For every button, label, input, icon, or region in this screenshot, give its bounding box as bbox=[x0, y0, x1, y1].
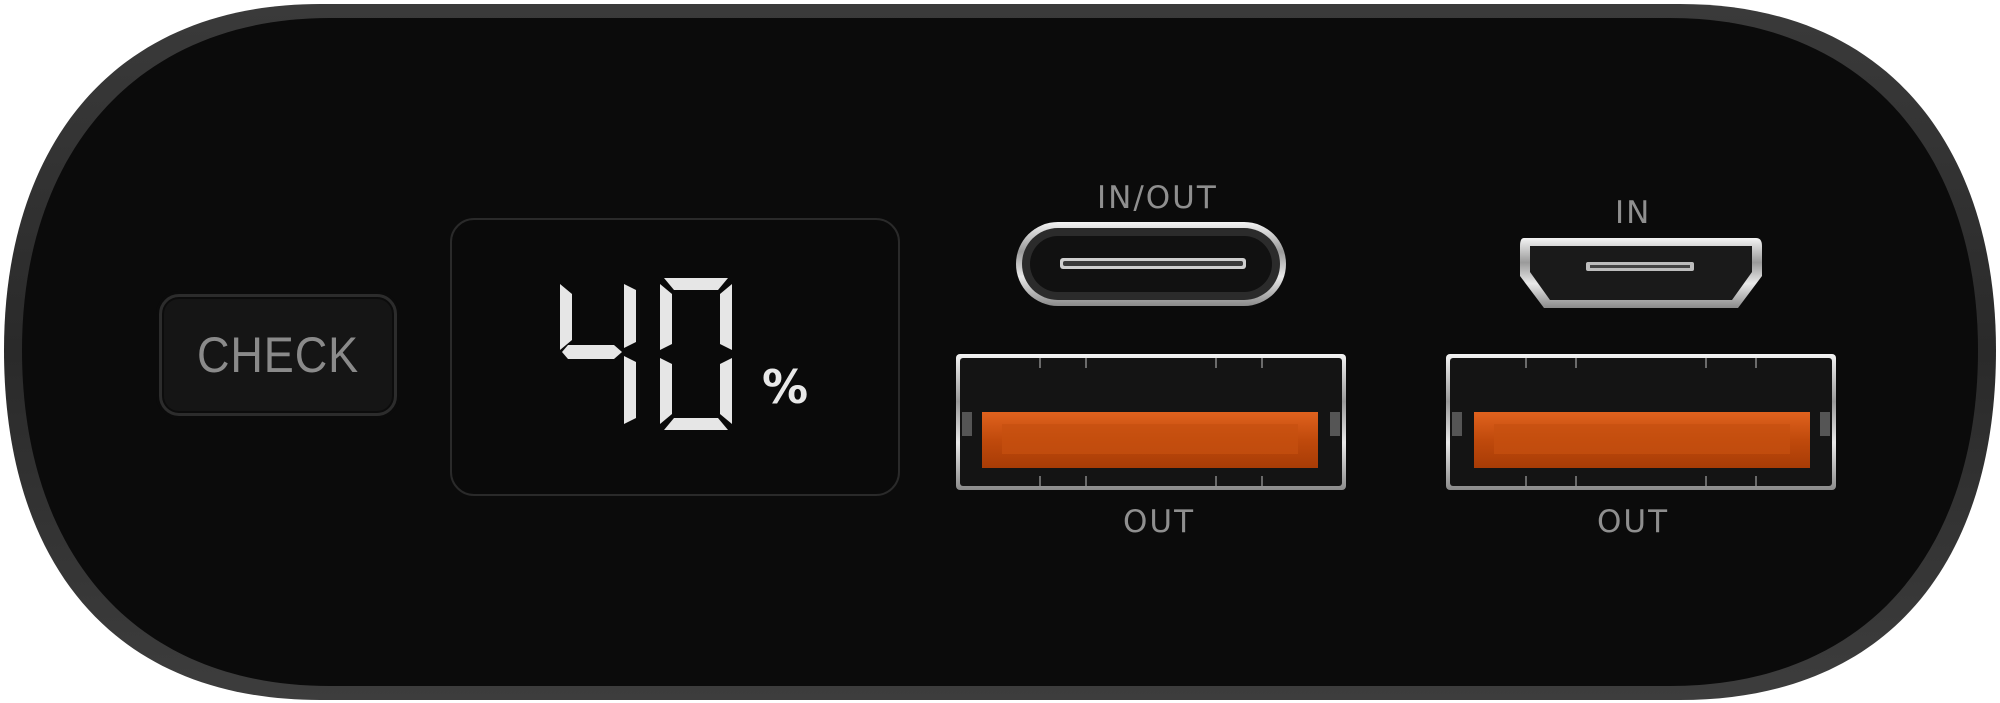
usb-c-port[interactable] bbox=[1016, 222, 1286, 306]
usb-a-right-port-label: OUT bbox=[1597, 504, 1670, 540]
percent-sign: % bbox=[762, 360, 809, 414]
battery-display-panel bbox=[450, 218, 900, 496]
usb-a-left-port-label: OUT bbox=[1123, 504, 1196, 540]
power-bank-face: CHECK % IN/OUT IN OUT OUT bbox=[0, 0, 2000, 703]
check-button[interactable]: CHECK bbox=[159, 294, 397, 416]
usb-a-right-port[interactable] bbox=[1446, 354, 1836, 490]
micro-usb-port-label: IN bbox=[1615, 195, 1652, 231]
usb-a-left-port[interactable] bbox=[956, 354, 1346, 490]
usb-c-port-label: IN/OUT bbox=[1097, 180, 1218, 216]
check-button-label: CHECK bbox=[196, 327, 360, 383]
micro-usb-port[interactable] bbox=[1520, 238, 1762, 308]
